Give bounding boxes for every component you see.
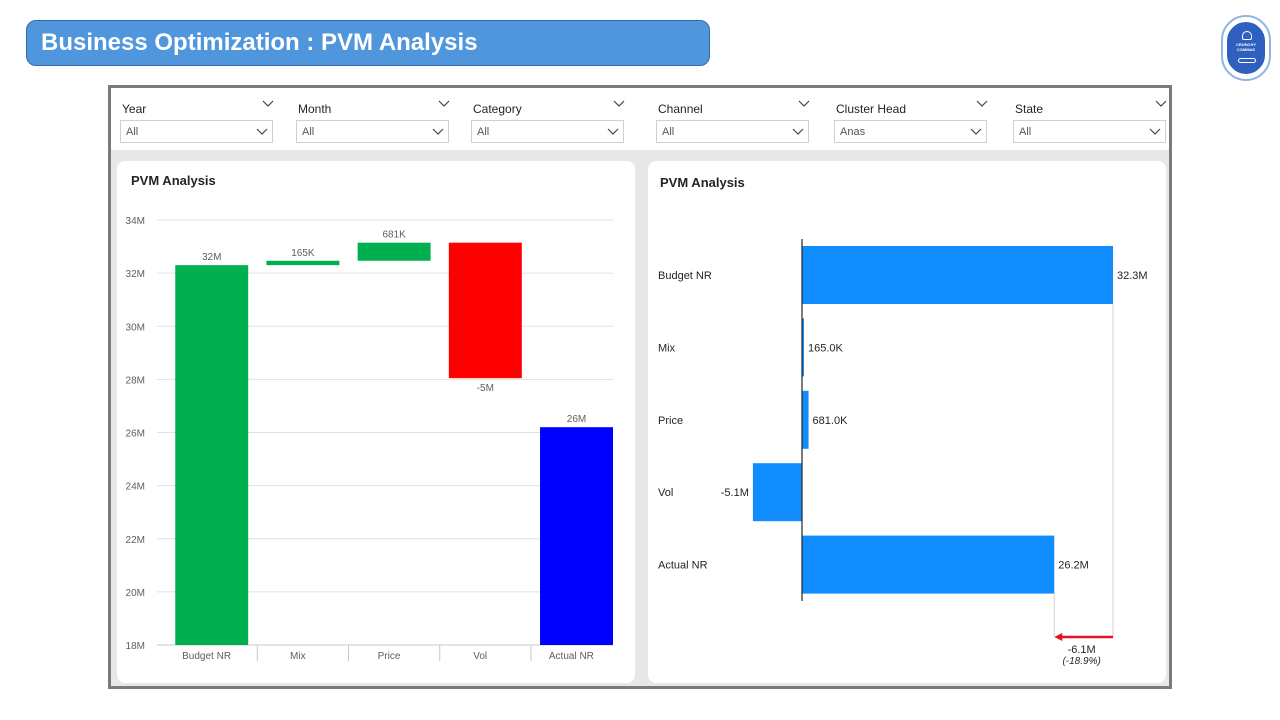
category-label: Budget NR [658, 270, 712, 282]
filter-label: Month [298, 102, 332, 116]
data-label: -5.1M [721, 487, 749, 499]
y-tick-label: 22M [126, 535, 145, 546]
filter-value: All [662, 126, 675, 138]
category-label: Price [658, 415, 683, 427]
data-label: 26M [567, 414, 586, 425]
month-dropdown[interactable]: All [296, 120, 449, 143]
x-tick-label: Mix [290, 651, 306, 662]
category-label: Mix [658, 342, 676, 354]
state-dropdown[interactable]: All [1013, 120, 1166, 143]
chevron-down-icon [432, 128, 444, 135]
filter-channel: Channel All [656, 88, 811, 150]
x-tick-label: Price [378, 651, 401, 662]
filter-month: Month All [296, 88, 451, 150]
filter-label: Cluster Head [836, 102, 907, 116]
variance-percent: (-18.9%) [1062, 656, 1100, 667]
filter-category: Category All [471, 88, 626, 150]
filter-row: Year All Month All Category All Channel … [111, 88, 1169, 150]
chevron-down-icon[interactable] [975, 97, 989, 111]
y-tick-label: 18M [126, 641, 145, 652]
chevron-down-icon[interactable] [612, 97, 626, 111]
filter-state: State All [1013, 88, 1168, 150]
logo-badge: CRUNCHY COMMAS [1226, 21, 1266, 75]
key-icon [1238, 58, 1256, 63]
horizontal-bar-chart: Budget NR 32.3M Mix 165.0K Price 681.0K Vol -5.… [658, 239, 1148, 667]
hbar-bar[interactable] [802, 535, 1055, 594]
waterfall-chart-panel: PVM Analysis 18M 20M 22M 24M 26M 28M 30M 32M 34M… [117, 161, 635, 683]
hbar-bar[interactable] [752, 463, 802, 522]
category-dropdown[interactable]: All [471, 120, 624, 143]
data-label: 681K [382, 230, 406, 241]
filter-value: All [477, 126, 490, 138]
page: Business Optimization : PVM Analysis CRU… [0, 0, 1280, 720]
waterfall-bar[interactable] [540, 427, 613, 645]
chevron-down-icon [792, 128, 804, 135]
chevron-down-icon [607, 128, 619, 135]
category-label: Actual NR [658, 560, 708, 572]
y-tick-label: 34M [126, 216, 145, 227]
chevron-down-icon [256, 128, 268, 135]
chevron-down-icon[interactable] [261, 97, 275, 111]
waterfall-bar[interactable] [448, 242, 522, 379]
filter-year: Year All [120, 88, 275, 150]
waterfall-bar[interactable] [357, 242, 431, 261]
channel-dropdown[interactable]: All [656, 120, 809, 143]
category-label: Vol [658, 487, 673, 499]
waterfall-chart: 18M 20M 22M 24M 26M 28M 30M 32M 34M 32M Budget NR 1… [126, 216, 613, 662]
filter-label: Category [473, 102, 522, 116]
chevron-down-icon [1149, 128, 1161, 135]
dashboard: Year All Month All Category All Channel … [108, 85, 1172, 689]
page-title: Business Optimization : PVM Analysis [26, 20, 710, 66]
chevron-down-icon [970, 128, 982, 135]
y-tick-label: 24M [126, 482, 145, 493]
y-tick-label: 28M [126, 375, 145, 386]
variance-label: -6.1M [1068, 644, 1096, 656]
arrow-left-icon [1054, 633, 1063, 641]
cluster-head-dropdown[interactable]: Anas [834, 120, 987, 143]
filter-label: Channel [658, 102, 703, 116]
filter-cluster-head: Cluster Head Anas [834, 88, 989, 150]
filter-value: All [126, 126, 139, 138]
data-label: 165.0K [808, 342, 844, 354]
data-label: -5M [477, 383, 494, 394]
filter-label: Year [122, 102, 147, 116]
y-tick-label: 26M [126, 429, 145, 440]
data-label: 26.2M [1058, 560, 1089, 572]
chevron-down-icon[interactable] [797, 97, 811, 111]
chevron-down-icon[interactable] [1154, 97, 1168, 111]
filter-value: All [1019, 126, 1032, 138]
data-label: 32.3M [1117, 270, 1148, 282]
hbar-bar[interactable] [802, 390, 809, 449]
horizontal-bar-panel: PVM Analysis Budget NR 32.3M Mix 165.0K Pric… [648, 161, 1166, 683]
y-tick-label: 32M [126, 269, 145, 280]
company-logo-icon: CRUNCHY COMMAS [1221, 15, 1271, 81]
filter-value: Anas [840, 126, 866, 138]
data-label: 681.0K [813, 415, 849, 427]
bulb-icon [1242, 31, 1252, 40]
waterfall-bar[interactable] [175, 265, 249, 645]
hbar-bar[interactable] [802, 246, 1113, 304]
data-label: 32M [202, 252, 221, 263]
x-tick-label: Vol [473, 651, 487, 662]
chevron-down-icon[interactable] [437, 97, 451, 111]
logo-text: CRUNCHY COMMAS [1236, 42, 1256, 52]
x-tick-label: Actual NR [549, 651, 594, 662]
filter-value: All [302, 126, 315, 138]
data-label: 165K [291, 248, 315, 259]
y-tick-label: 20M [126, 588, 145, 599]
y-tick-label: 30M [126, 322, 145, 333]
year-dropdown[interactable]: All [120, 120, 273, 143]
waterfall-bar[interactable] [266, 260, 340, 266]
x-tick-label: Budget NR [182, 651, 231, 662]
filter-label: State [1015, 102, 1044, 116]
